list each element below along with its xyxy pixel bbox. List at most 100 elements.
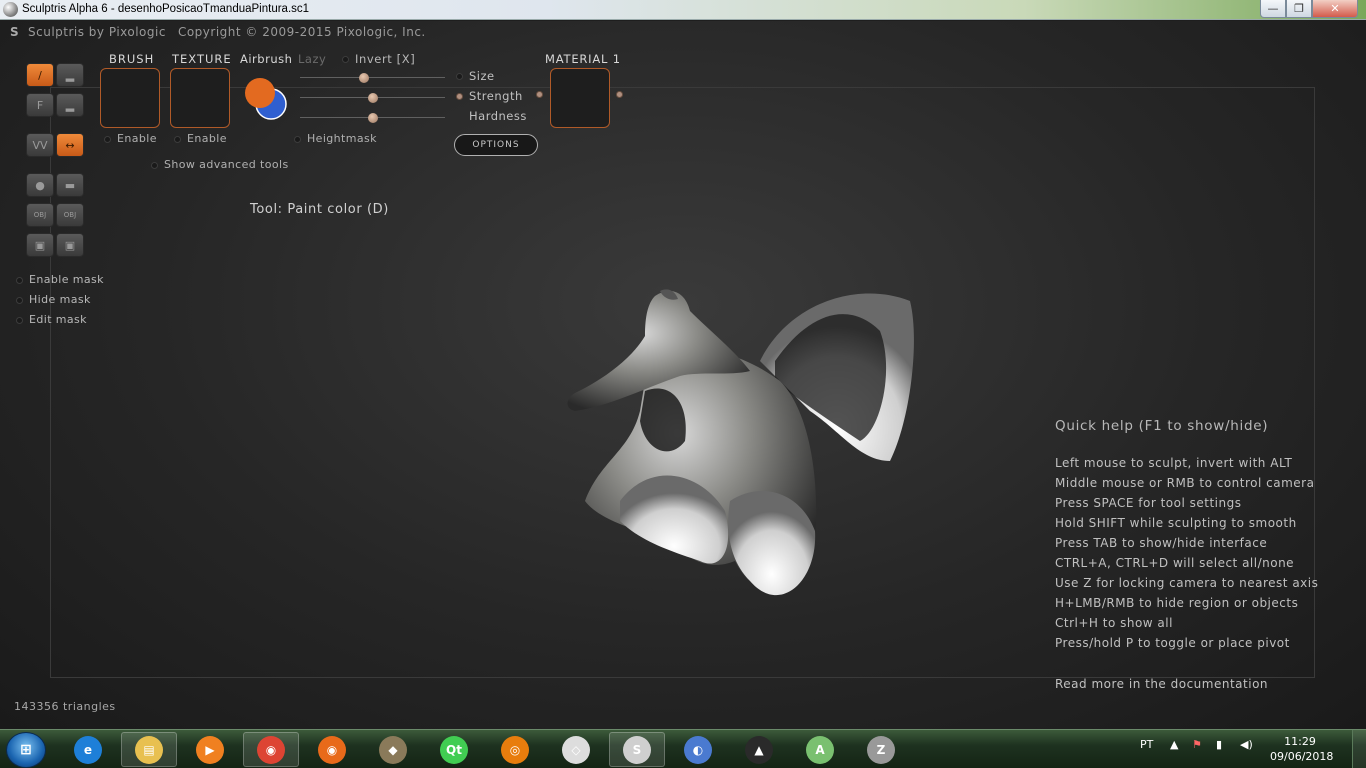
taskbar-internet-explorer[interactable]: e [60,732,116,767]
taskbar-firefox[interactable]: ◉ [304,732,360,767]
tool-bump-button[interactable]: ▂ [56,63,84,87]
app-brand: Sculptris by Pixologic [28,25,166,39]
taskbar-inkscape[interactable]: ▲ [731,732,787,767]
minimize-button[interactable]: — [1260,0,1286,18]
plane-icon: ▬ [64,178,76,192]
taskbar-media-player[interactable]: ▶ [182,732,238,767]
gimp-icon: ◆ [379,735,407,764]
size-label: Size [469,69,495,83]
options-button[interactable]: OPTIONS [454,134,538,156]
edit-mask-radio[interactable] [16,316,23,324]
invert-option[interactable]: Invert [X] [342,52,415,66]
size-slider-handle[interactable] [358,73,369,83]
taskbar-android-studio[interactable]: A [792,732,848,767]
material-slot[interactable] [550,68,610,128]
texture-enable-radio[interactable] [174,135,181,143]
blender-icon: ◎ [501,735,529,764]
color-swatches[interactable] [242,75,290,123]
taskbar-unity[interactable]: ◇ [548,732,604,767]
tool-save-as-button[interactable]: ▣ [56,233,84,257]
material-next-dot[interactable] [616,91,623,98]
sculptris-workspace[interactable]: S Sculptris by Pixologic Copyright © 2009-… [0,21,1366,729]
lazy-label[interactable]: Lazy [298,52,326,66]
app-header: S Sculptris by Pixologic Copyright © 2009-… [10,25,426,39]
smooth-stroke-icon: ▂ [65,98,75,112]
app-copyright: Copyright © 2009-2015 Pixologic, Inc. [177,25,426,39]
enable-mask-option[interactable]: Enable mask [16,273,104,286]
taskbar-sculptris[interactable]: S [609,732,665,767]
sculptris-app-icon[interactable] [3,2,18,17]
tool-paint-brush-button[interactable]: / [26,63,54,87]
texture-slot[interactable] [170,68,230,128]
taskbar-blender[interactable]: ◎ [487,732,543,767]
show-advanced-radio[interactable] [151,161,158,169]
triangle-count: 143356 triangles [14,700,116,713]
quick-help-item: Left mouse to sculpt, invert with ALT [1055,456,1293,470]
strength-pressure-toggle[interactable] [456,93,463,100]
taskbar-qt-creator[interactable]: Qt [426,732,482,767]
save-as-icon: ▣ [64,238,76,252]
network-icon[interactable]: ▮ [1216,738,1222,751]
brush-label: BRUSH [109,52,155,66]
hide-mask-option[interactable]: Hide mask [16,293,91,306]
edit-mask-option[interactable]: Edit mask [16,313,87,326]
window-titlebar: Sculptris Alpha 6 - desenhoPosicaoTmandu… [0,0,1366,20]
import-obj-icon: OBJ [33,211,47,219]
tool-plane-button[interactable]: ▬ [56,173,84,197]
brush-enable-option[interactable]: Enable [104,132,157,145]
window-title: Sculptris Alpha 6 - desenhoPosicaoTmandu… [22,3,310,15]
wave-icon: VV [32,138,48,152]
photo-viewer-icon: ◐ [684,735,712,764]
texture-enable-option[interactable]: Enable [174,132,227,145]
enable-mask-radio[interactable] [16,276,23,284]
tool-save-button[interactable]: ▣ [26,233,54,257]
quick-help-item: Press TAB to show/hide interface [1055,536,1268,550]
hide-mask-radio[interactable] [16,296,23,304]
start-button[interactable]: ⊞ [6,732,46,768]
documentation-link[interactable]: Read more in the documentation [1055,677,1268,691]
heightmask-option[interactable]: Heightmask [294,132,377,145]
brush-slot[interactable] [100,68,160,128]
volume-icon[interactable]: ◀) [1240,738,1253,751]
quick-help-list: Left mouse to sculpt, invert with ALT Mi… [1055,456,1318,656]
close-button[interactable]: ✕ [1312,0,1358,18]
flatten-icon: F [36,98,44,112]
quick-help-item: Press/hold P to toggle or place pivot [1055,636,1290,650]
show-desktop-button[interactable] [1352,730,1366,768]
system-clock[interactable]: 11:29 09/06/2018 [1270,734,1333,764]
android-studio-icon: A [806,735,834,764]
maximize-button[interactable]: ❐ [1286,0,1312,18]
tool-smooth-stroke-button[interactable]: ▂ [56,93,84,117]
strength-slider-handle[interactable] [367,93,378,103]
tool-export-obj-button[interactable]: OBJ [56,203,84,227]
show-hidden-icons-icon[interactable]: ▲ [1170,738,1178,751]
tool-wave-button[interactable]: VV [26,133,54,157]
export-obj-icon: OBJ [63,211,77,219]
taskbar-chrome[interactable]: ◉ [243,732,299,767]
primary-color-swatch[interactable] [245,78,275,108]
windows-taskbar: ⊞ e ▤ ▶ ◉ ◉ ◆ Qt ◎ ◇ S ◐ ▲ A Z PT ▲ ⚑ ▮ ◀) 11:29 09/0… [0,729,1366,768]
taskbar-file-explorer[interactable]: ▤ [121,732,177,767]
show-advanced-tools-option[interactable]: Show advanced tools [151,158,289,171]
heightmask-radio[interactable] [294,135,301,143]
3d-model-anteater[interactable] [560,261,930,601]
taskbar-gimp[interactable]: ◆ [365,732,421,767]
sphere-icon: ● [35,178,45,192]
size-slider-track[interactable] [300,77,445,78]
brush-enable-radio[interactable] [104,135,111,143]
inkscape-icon: ▲ [745,735,773,764]
media-player-icon: ▶ [196,735,224,764]
material-prev-dot[interactable] [536,91,543,98]
taskbar-photo-viewer[interactable]: ◐ [670,732,726,767]
size-pressure-toggle[interactable] [456,73,463,80]
input-language[interactable]: PT [1140,738,1153,751]
taskbar-zbrush[interactable]: Z [853,732,909,767]
firefox-icon: ◉ [318,735,346,764]
hardness-slider-handle[interactable] [367,113,378,123]
tool-import-obj-button[interactable]: OBJ [26,203,54,227]
tool-sphere-button[interactable]: ● [26,173,54,197]
invert-radio[interactable] [342,56,349,63]
tool-symmetry-button[interactable]: ↔ [56,133,84,157]
tool-flatten-button[interactable]: F [26,93,54,117]
action-center-icon[interactable]: ⚑ [1192,738,1202,751]
